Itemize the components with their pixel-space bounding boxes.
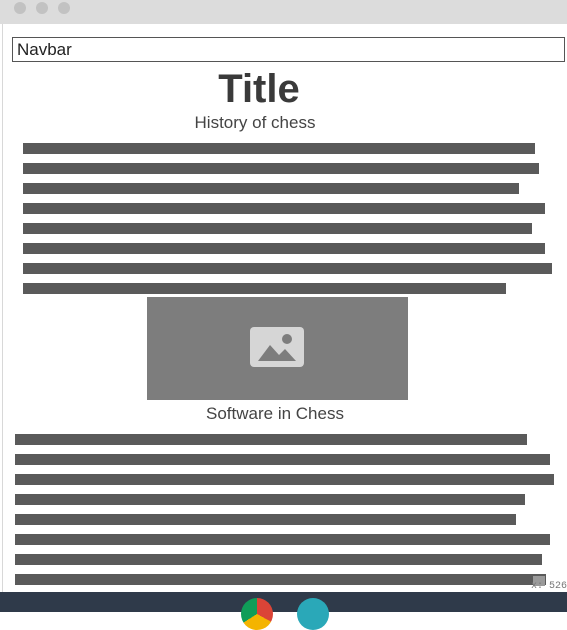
text-line-placeholder — [23, 243, 545, 254]
page-title: Title — [218, 67, 300, 111]
image-placeholder-icon — [250, 327, 304, 367]
text-line-placeholder — [23, 263, 552, 274]
text-line-placeholder — [15, 534, 550, 545]
wireframe-page: Navbar Title History of chess Software i… — [2, 24, 567, 592]
section-heading-software: Software in Chess — [206, 404, 344, 423]
text-line-placeholder — [15, 454, 550, 465]
image-placeholder — [147, 297, 408, 400]
taskbar — [0, 592, 567, 630]
navbar[interactable]: Navbar — [12, 37, 565, 62]
app-icon[interactable] — [297, 598, 329, 630]
text-line-placeholder — [23, 163, 539, 174]
window-titlebar — [0, 0, 567, 24]
text-line-placeholder — [23, 283, 506, 294]
text-line-placeholder — [23, 183, 519, 194]
text-line-placeholder — [15, 494, 525, 505]
text-line-placeholder — [23, 223, 532, 234]
text-line-placeholder — [23, 143, 535, 154]
text-line-placeholder — [15, 554, 542, 565]
text-line-placeholder — [23, 203, 545, 214]
coordinate-readout: x: 526 — [530, 581, 567, 592]
minimize-button[interactable] — [36, 2, 48, 14]
text-line-placeholder — [15, 514, 516, 525]
close-button[interactable] — [14, 2, 26, 14]
section-heading-history: History of chess — [194, 113, 316, 132]
text-line-placeholder — [15, 474, 554, 485]
chrome-icon[interactable] — [241, 598, 273, 630]
text-line-placeholder — [15, 574, 546, 585]
text-line-placeholder — [15, 434, 527, 445]
maximize-button[interactable] — [58, 2, 70, 14]
